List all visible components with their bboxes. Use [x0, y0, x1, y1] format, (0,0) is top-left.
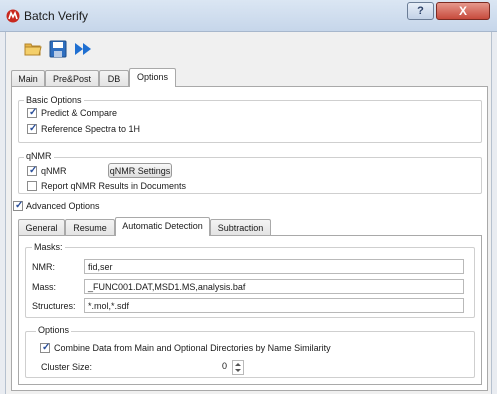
- window-title: Batch Verify: [24, 9, 89, 23]
- structures-mask-input[interactable]: *.mol,*.sdf: [84, 298, 464, 313]
- predict-compare-label: Predict & Compare: [41, 108, 118, 118]
- mass-mask-label: Mass:: [32, 282, 57, 292]
- cluster-size-label: Cluster Size:: [41, 362, 93, 372]
- report-qnmr-label: Report qNMR Results in Documents: [41, 181, 187, 191]
- cluster-size-value: 0: [222, 361, 228, 371]
- combine-data-label: Combine Data from Main and Optional Dire…: [54, 343, 331, 353]
- advanced-options-label: Advanced Options: [26, 201, 100, 211]
- open-folder-icon[interactable]: [24, 40, 42, 58]
- mass-mask-input[interactable]: _FUNC001.DAT,MSD1.MS,analysis.baf: [84, 279, 464, 294]
- tab-general[interactable]: General: [18, 219, 65, 236]
- basic-options-title: Basic Options: [24, 95, 84, 105]
- masks-title: Masks:: [32, 242, 65, 252]
- help-button[interactable]: ?: [407, 2, 434, 20]
- structures-mask-label: Structures:: [32, 301, 76, 311]
- tab-subtraction[interactable]: Subtraction: [210, 219, 271, 236]
- save-icon[interactable]: [49, 40, 67, 58]
- close-button[interactable]: X: [436, 2, 490, 20]
- tab-pre-post[interactable]: Pre&Post: [45, 70, 99, 87]
- basic-options-group: [18, 100, 482, 143]
- predict-compare-checkbox[interactable]: [27, 107, 37, 118]
- reference-spectra-checkbox[interactable]: [27, 123, 37, 134]
- run-batch-icon[interactable]: [74, 40, 92, 58]
- spin-buttons[interactable]: [232, 360, 244, 375]
- report-qnmr-checkbox[interactable]: [27, 181, 37, 191]
- cluster-size-stepper[interactable]: 0: [218, 360, 248, 375]
- advanced-options-checkbox[interactable]: [13, 200, 23, 211]
- qnmr-label: qNMR: [41, 166, 67, 176]
- reference-spectra-label: Reference Spectra to 1H: [41, 124, 141, 134]
- qnmr-group-title: qNMR: [24, 151, 54, 161]
- options-group: [25, 331, 475, 378]
- tab-db[interactable]: DB: [99, 70, 129, 87]
- tab-main[interactable]: Main: [11, 70, 45, 87]
- app-icon: [6, 9, 20, 23]
- combine-data-checkbox[interactable]: [40, 342, 50, 353]
- options-title: Options: [36, 325, 72, 335]
- nmr-mask-input[interactable]: fid,ser: [84, 259, 464, 274]
- tab-resume[interactable]: Resume: [65, 219, 115, 236]
- qnmr-settings-button[interactable]: qNMR Settings: [108, 163, 172, 178]
- tab-automatic-detection[interactable]: Automatic Detection: [115, 217, 210, 236]
- tab-options[interactable]: Options: [129, 68, 176, 87]
- nmr-mask-label: NMR:: [32, 262, 55, 272]
- qnmr-checkbox[interactable]: [27, 165, 37, 176]
